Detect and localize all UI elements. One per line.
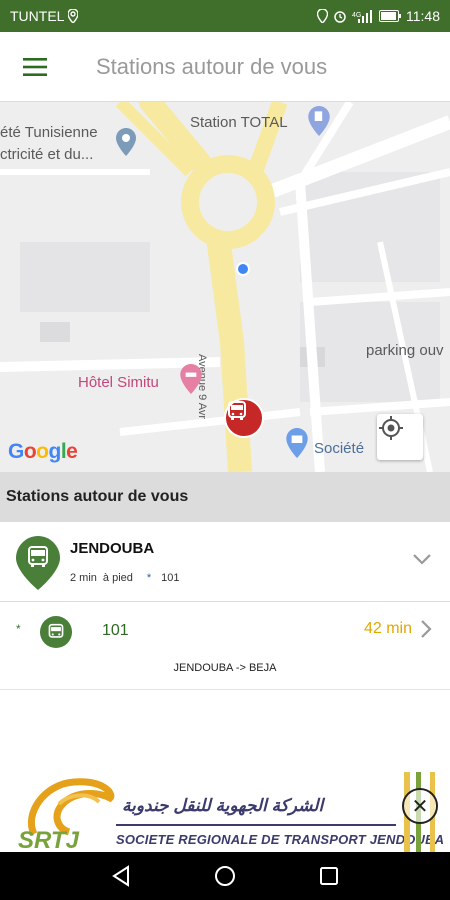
svg-text:4G: 4G	[352, 12, 361, 19]
bus-icon	[228, 401, 246, 420]
place-pin-icon	[116, 128, 136, 156]
ad-divider	[116, 824, 396, 826]
carrier-label: TUNTEL	[10, 8, 65, 24]
recents-icon[interactable]	[319, 866, 339, 886]
route-list-item[interactable]: * 101 42 min JENDOUBA -> BEJA	[0, 602, 450, 690]
page-title: Stations autour de vous	[96, 53, 328, 79]
bus-icon	[40, 616, 72, 648]
map-label-societe: Société	[314, 440, 365, 457]
star-marker: *	[146, 572, 152, 584]
crosshair-icon	[379, 416, 403, 440]
chevron-right-icon[interactable]	[420, 619, 432, 644]
route-direction: JENDOUBA -> BEJA	[173, 662, 277, 674]
status-bar: TUNTEL 4G 11:48	[0, 0, 450, 32]
battery-icon	[379, 10, 401, 22]
srtj-logo: SRTJ	[14, 774, 124, 852]
app-bar: Stations autour de vous	[0, 32, 450, 102]
my-location-button[interactable]	[377, 414, 423, 460]
google-logo: Google	[8, 440, 78, 463]
station-list-item[interactable]: JENDOUBA 2 min à pied * 101	[0, 522, 450, 602]
map-label-company-2: ctricité et du...	[0, 146, 94, 163]
star-marker: *	[16, 622, 21, 636]
walk-time: 2 min	[70, 572, 97, 584]
system-nav-bar	[0, 852, 450, 900]
hotel-pin-icon	[180, 364, 202, 394]
chevron-down-icon[interactable]	[412, 552, 432, 570]
back-icon[interactable]	[111, 865, 131, 887]
route-number: 101	[102, 622, 129, 639]
station-pin-icon	[16, 536, 60, 595]
station-meta: 2 min à pied * 101	[70, 572, 180, 584]
station-name: JENDOUBA	[70, 540, 155, 557]
map-label-company: été Tunisienne	[0, 124, 98, 141]
route-eta: 42 min	[363, 620, 412, 637]
ad-arabic-text: الشركة الجهوية للنقل جندوبة	[122, 796, 324, 815]
station-line: 101	[161, 572, 180, 584]
location-icon	[317, 9, 328, 23]
bus-stop-marker[interactable]	[224, 398, 264, 438]
section-header: Stations autour de vous	[0, 472, 450, 522]
shop-pin-icon	[286, 428, 308, 458]
fuel-station-pin-icon	[308, 106, 330, 136]
map-label-parking: parking ouv	[366, 342, 444, 359]
signal-icon: 4G	[352, 10, 372, 23]
close-icon[interactable]: ✕	[402, 788, 438, 824]
map-view[interactable]: été Tunisienne ctricité et du... Station…	[0, 102, 450, 472]
ad-french-text: SOCIETE REGIONALE DE TRANSPORT JENDOUBA	[116, 832, 445, 847]
hamburger-menu-icon[interactable]	[0, 32, 70, 102]
clock: 11:48	[406, 8, 440, 24]
map-label-station-total: Station TOTAL	[190, 114, 288, 131]
location-icon	[68, 9, 79, 23]
walk-suffix: à pied	[102, 572, 133, 584]
map-label-hotel: Hôtel Simitu	[78, 374, 159, 391]
ad-banner[interactable]: SRTJ الشركة الجهوية للنقل جندوبة SOCIETE…	[0, 772, 450, 852]
home-icon[interactable]	[214, 865, 236, 887]
alarm-icon	[334, 11, 346, 23]
logo-text: SRTJ	[18, 827, 80, 852]
